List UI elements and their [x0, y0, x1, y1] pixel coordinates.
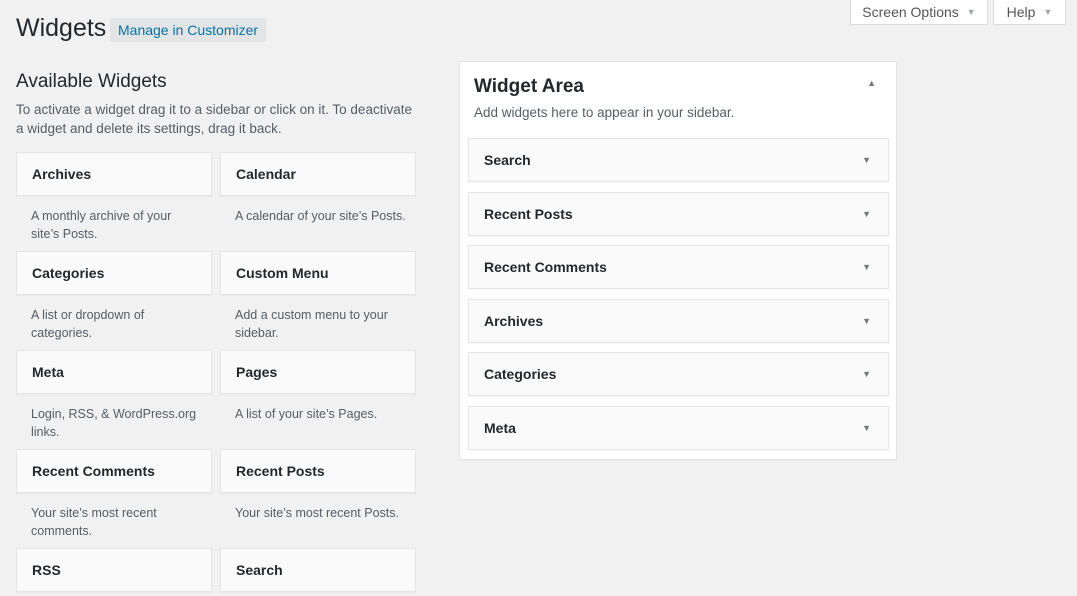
sidebar-widget-label: Recent Posts	[484, 206, 573, 222]
sidebar-widget-recent-comments[interactable]: Recent Comments ▼	[468, 245, 889, 289]
expand-arrow-icon[interactable]: ▼	[862, 369, 871, 379]
screen-options-label: Screen Options	[862, 4, 959, 20]
sidebar-widget-label: Search	[484, 152, 531, 168]
sidebar-widget-search[interactable]: Search ▼	[468, 138, 889, 182]
widget-rss[interactable]: RSS	[16, 548, 212, 592]
page-title: Widgets	[16, 14, 107, 42]
widget-description: Login, RSS, & WordPress.org links.	[31, 407, 197, 439]
sidebar-widget-label: Categories	[484, 366, 557, 382]
widget-title[interactable]: Search	[220, 548, 416, 592]
manage-in-customizer-button[interactable]: Manage in Customizer	[110, 18, 267, 42]
help-label: Help	[1006, 4, 1036, 20]
widget-description: A monthly archive of your site’s Posts.	[31, 209, 172, 241]
help-button[interactable]: Help ▼	[993, 0, 1066, 25]
widget-description: A list of your site’s Pages.	[235, 407, 378, 421]
widget-area-description: Add widgets here to appear in your sideb…	[474, 105, 735, 120]
widget-description: Your site’s most recent Posts.	[235, 506, 399, 520]
expand-arrow-icon[interactable]: ▼	[862, 316, 871, 326]
expand-arrow-icon[interactable]: ▼	[862, 423, 871, 433]
sidebar-widget-categories[interactable]: Categories ▼	[468, 352, 889, 396]
widget-archives[interactable]: Archives A monthly archive of your site’…	[16, 152, 212, 243]
widget-description: Add a custom menu to your sidebar.	[235, 308, 388, 340]
widget-meta[interactable]: Meta Login, RSS, & WordPress.org links.	[16, 350, 212, 441]
collapse-arrow-icon[interactable]: ▲	[867, 78, 876, 88]
caret-down-icon: ▼	[966, 7, 976, 17]
widget-title[interactable]: Archives	[16, 152, 212, 196]
expand-arrow-icon[interactable]: ▼	[862, 155, 871, 165]
sidebar-widget-archives[interactable]: Archives ▼	[468, 299, 889, 343]
widget-title[interactable]: Categories	[16, 251, 212, 295]
caret-down-icon: ▼	[1043, 7, 1053, 17]
widget-calendar[interactable]: Calendar A calendar of your site’s Posts…	[220, 152, 416, 225]
widget-title[interactable]: Pages	[220, 350, 416, 394]
widget-pages[interactable]: Pages A list of your site’s Pages.	[220, 350, 416, 423]
widget-recent-posts[interactable]: Recent Posts Your site’s most recent Pos…	[220, 449, 416, 522]
widget-description: Your site’s most recent comments.	[31, 506, 157, 538]
sidebar-widget-label: Archives	[484, 313, 544, 329]
widget-custom-menu[interactable]: Custom Menu Add a custom menu to your si…	[220, 251, 416, 342]
widget-search[interactable]: Search	[220, 548, 416, 592]
widget-title[interactable]: Recent Posts	[220, 449, 416, 493]
available-widgets-description: To activate a widget drag it to a sideba…	[16, 102, 412, 136]
sidebar-widget-label: Recent Comments	[484, 259, 607, 275]
expand-arrow-icon[interactable]: ▼	[862, 262, 871, 272]
expand-arrow-icon[interactable]: ▼	[862, 209, 871, 219]
screen-options-button[interactable]: Screen Options ▼	[850, 0, 988, 25]
widget-area-title[interactable]: Widget Area	[474, 76, 584, 98]
widget-recent-comments[interactable]: Recent Comments Your site’s most recent …	[16, 449, 212, 540]
sidebar-widget-recent-posts[interactable]: Recent Posts ▼	[468, 192, 889, 236]
widget-title[interactable]: Calendar	[220, 152, 416, 196]
widget-area-panel: Widget Area ▲ Add widgets here to appear…	[459, 61, 897, 460]
widget-title[interactable]: RSS	[16, 548, 212, 592]
widget-description: A calendar of your site’s Posts.	[235, 209, 406, 223]
widget-categories[interactable]: Categories A list or dropdown of categor…	[16, 251, 212, 342]
widget-description: A list or dropdown of categories.	[31, 308, 145, 340]
sidebar-widget-meta[interactable]: Meta ▼	[468, 406, 889, 450]
sidebar-widget-label: Meta	[484, 420, 516, 436]
widget-title[interactable]: Custom Menu	[220, 251, 416, 295]
available-widgets-title: Available Widgets	[16, 71, 167, 92]
widget-title[interactable]: Meta	[16, 350, 212, 394]
widget-title[interactable]: Recent Comments	[16, 449, 212, 493]
